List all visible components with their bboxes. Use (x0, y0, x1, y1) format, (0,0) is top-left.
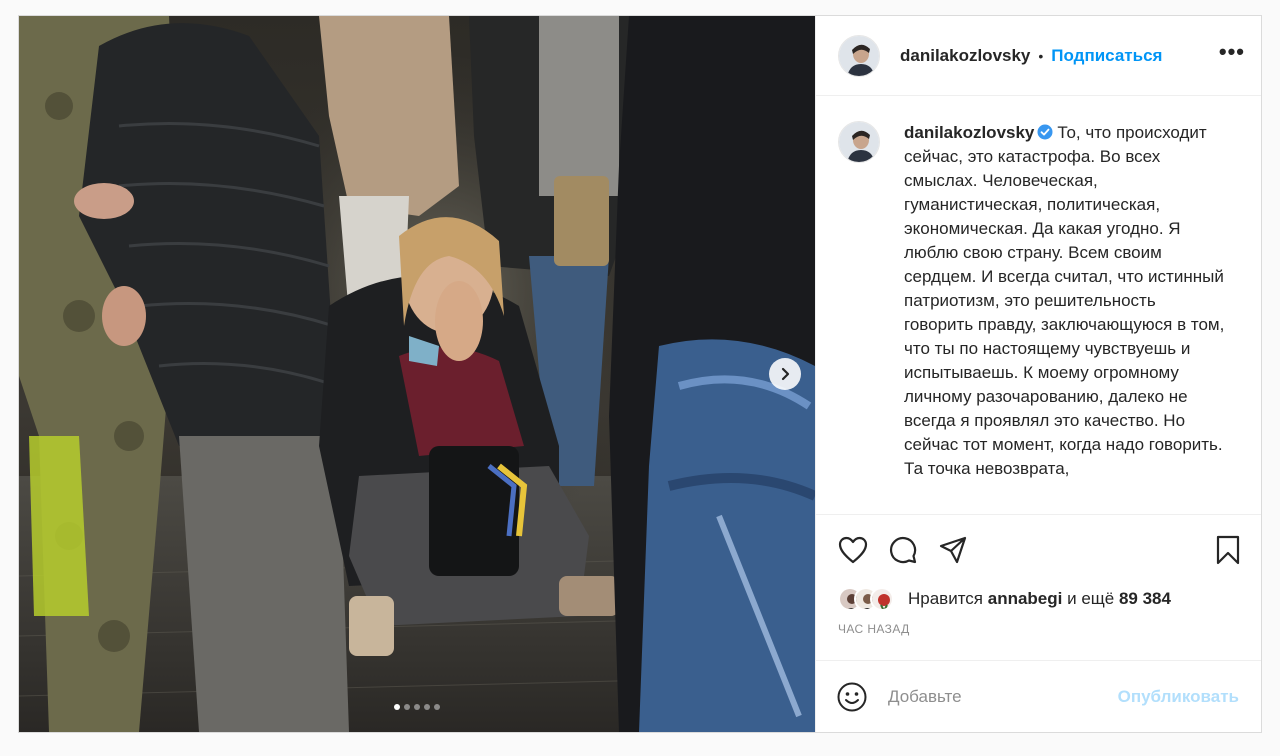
add-comment-bar: Опубликовать (816, 660, 1261, 732)
liker-username: annabegi (987, 589, 1063, 608)
header-separator: • (1038, 47, 1044, 64)
carousel-dot (404, 704, 410, 710)
carousel-dot (434, 704, 440, 710)
carousel-dot (424, 704, 430, 710)
like-button[interactable] (836, 533, 870, 567)
save-button[interactable] (1211, 533, 1245, 567)
chevron-right-icon (781, 367, 790, 381)
action-bar (816, 514, 1261, 584)
carousel-dot (414, 704, 420, 710)
carousel-dot (394, 704, 400, 710)
post-header: danilakozlovsky • Подписаться ••• (816, 16, 1261, 96)
follow-button[interactable]: Подписаться (1051, 46, 1162, 66)
verified-badge-icon (1037, 124, 1053, 140)
carousel-indicators (19, 704, 815, 710)
more-options-icon[interactable]: ••• (1219, 40, 1245, 71)
share-button[interactable] (936, 533, 970, 567)
post-side-panel: danilakozlovsky • Подписаться ••• danila… (815, 16, 1261, 732)
paper-plane-icon (939, 536, 967, 563)
header-username[interactable]: danilakozlovsky (900, 46, 1030, 66)
next-slide-button[interactable] (769, 358, 801, 390)
bookmark-icon (1216, 535, 1240, 564)
comment-input[interactable] (888, 686, 1118, 707)
post-timestamp[interactable]: ЧАС НАЗАД (816, 614, 1261, 652)
comment-button[interactable] (886, 533, 920, 567)
publish-button[interactable]: Опубликовать (1118, 687, 1239, 707)
post-card: danilakozlovsky • Подписаться ••• danila… (18, 15, 1262, 733)
likes-count: 89 384 (1118, 589, 1171, 608)
comments-section[interactable]: danilakozlovsky То, что происходит сейчас… (816, 96, 1261, 514)
caption-username[interactable]: danilakozlovsky (904, 123, 1034, 142)
avatar-image (839, 122, 879, 162)
liker-avatar (870, 587, 894, 611)
smile-icon[interactable] (836, 681, 868, 713)
avatar[interactable] (838, 34, 880, 77)
avatar[interactable] (838, 121, 880, 163)
likers-avatars (838, 587, 904, 611)
post-media[interactable] (19, 16, 815, 732)
likes-row[interactable]: Нравится annabegi и ещё 89 384 (816, 584, 1261, 614)
likes-text: Нравится annabegi и ещё 89 384 (908, 589, 1171, 608)
post-photo (19, 16, 815, 732)
comment-icon (889, 536, 917, 563)
caption-text: То, что происходит сейчас, это катастроф… (904, 123, 1225, 478)
avatar-image (839, 35, 879, 76)
heart-icon (838, 536, 868, 563)
post-caption: danilakozlovsky То, что происходит сейчас… (904, 121, 1226, 514)
